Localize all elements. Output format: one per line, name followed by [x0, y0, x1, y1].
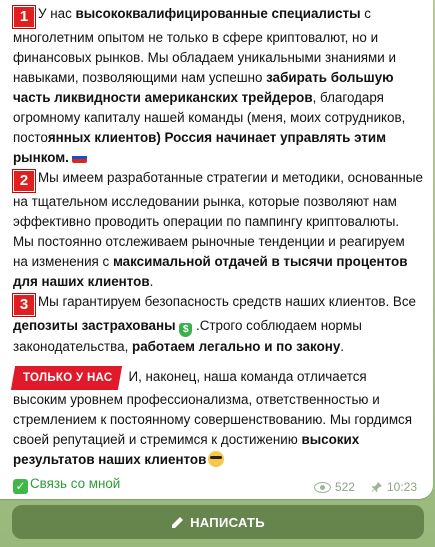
shield-icon: $	[179, 323, 193, 337]
number-badge-1: 1	[13, 6, 35, 28]
write-button[interactable]: НАПИСАТЬ	[12, 505, 424, 539]
sunglasses-emoji-icon	[208, 451, 225, 467]
views-count: 522	[334, 480, 355, 494]
write-button-label: НАПИСАТЬ	[190, 514, 265, 530]
message-time: 10:23	[386, 480, 417, 494]
paragraph-3: 3 Мы гарантируем безопасность средств наш…	[13, 294, 416, 354]
only-us-badge: ТОЛЬКО У НАС	[10, 366, 123, 390]
russia-flag-icon	[71, 152, 87, 163]
message-bubble: 1У нас высококвалифицированные специалис…	[0, 0, 433, 499]
number-badge-2: 2	[13, 170, 35, 192]
paragraph-1: 1У нас высококвалифицированные специалис…	[13, 6, 406, 165]
paragraph-2: 2 Мы имеем разработанные стратегии и мето…	[13, 170, 423, 289]
views-eye-icon	[313, 481, 331, 493]
contact-link[interactable]: ✓ Связь со мной	[13, 476, 120, 494]
paragraph-4: ТОЛЬКО У НАС И, наконец, наша команда отл…	[10, 366, 423, 470]
pin-icon	[371, 482, 382, 492]
message-meta: 522 10:23	[313, 480, 417, 494]
number-badge-3: 3	[13, 294, 35, 316]
check-mark-icon: ✓	[13, 479, 28, 494]
pencil-icon	[172, 516, 184, 528]
